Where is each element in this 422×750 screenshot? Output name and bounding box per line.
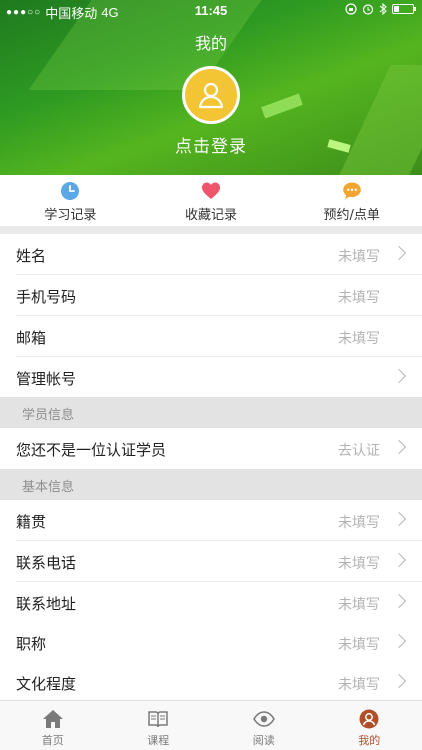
- tab-label: 课程: [147, 734, 170, 747]
- quick-action-booking[interactable]: 预约/点单: [281, 175, 422, 226]
- lock-rotation-icon: [345, 3, 357, 15]
- quick-action-label: 预约/点单: [323, 208, 380, 223]
- row-education[interactable]: 文化程度 未填写: [0, 662, 422, 703]
- chevron-right-icon: [391, 552, 407, 568]
- clock-icon: [61, 182, 80, 200]
- tab-label: 我的: [358, 734, 381, 747]
- section-header-basic: 基本信息: [0, 469, 422, 500]
- avatar[interactable]: [182, 66, 240, 124]
- home-icon: [42, 710, 63, 728]
- row-value: 未填写: [338, 331, 380, 347]
- eye-icon: [252, 711, 275, 727]
- chat-icon: [342, 182, 361, 199]
- alarm-icon: [362, 4, 374, 15]
- heart-icon: [202, 182, 220, 199]
- row-label: 籍贯: [16, 513, 47, 531]
- chevron-right-icon: [391, 633, 407, 649]
- row-label: 文化程度: [16, 675, 77, 693]
- user-icon: [198, 82, 224, 109]
- bluetooth-icon: [379, 3, 387, 15]
- section-title: 学员信息: [22, 408, 75, 423]
- row-phone: 手机号码 未填写: [0, 275, 422, 316]
- status-bar: ●●●○○ 中国移动 4G 11:45: [0, 0, 422, 22]
- row-value: 未填写: [338, 637, 380, 653]
- header-decoration: [261, 93, 303, 119]
- row-job-title[interactable]: 职称 未填写: [0, 622, 422, 663]
- chevron-right-icon: [391, 439, 407, 455]
- chevron-right-icon: [391, 245, 407, 261]
- battery-icon: [392, 4, 416, 14]
- quick-actions: 学习记录 收藏记录 预约/点单: [0, 175, 422, 226]
- row-name[interactable]: 姓名 未填写: [0, 234, 422, 275]
- section-gap: [0, 226, 422, 234]
- login-button[interactable]: 点击登录: [0, 132, 422, 157]
- row-value: 未填写: [338, 290, 380, 306]
- quick-action-study-record[interactable]: 学习记录: [0, 175, 141, 226]
- row-value: 未填写: [338, 515, 380, 531]
- profile-icon: [359, 709, 379, 729]
- row-certify-student[interactable]: 您还不是一位认证学员 去认证: [0, 428, 422, 469]
- profile-header: ●●●○○ 中国移动 4G 11:45 我的 点击登录: [0, 0, 422, 175]
- chevron-right-icon: [391, 511, 407, 527]
- tab-label: 首页: [41, 734, 64, 747]
- tab-reading[interactable]: 阅读: [211, 701, 317, 750]
- row-value: 未填写: [338, 677, 380, 693]
- chevron-right-icon: [391, 673, 407, 689]
- row-label: 您还不是一位认证学员: [16, 441, 167, 459]
- row-email: 邮箱 未填写: [0, 316, 422, 357]
- quick-action-label: 学习记录: [44, 208, 97, 223]
- section-title: 基本信息: [22, 480, 75, 495]
- row-contact-address[interactable]: 联系地址 未填写: [0, 582, 422, 623]
- row-label: 手机号码: [16, 288, 77, 306]
- tab-bar: 首页 课程 阅读 我的: [0, 700, 422, 750]
- tab-home[interactable]: 首页: [0, 701, 106, 750]
- row-value: 未填写: [338, 556, 380, 572]
- row-label: 职称: [16, 635, 47, 653]
- row-label: 管理帐号: [16, 370, 77, 388]
- section-header-student: 学员信息: [0, 397, 422, 428]
- row-value: 去认证: [338, 443, 380, 459]
- tab-courses[interactable]: 课程: [106, 701, 212, 750]
- row-manage-account[interactable]: 管理帐号: [0, 357, 422, 398]
- tab-label: 阅读: [252, 734, 275, 747]
- quick-action-label: 收藏记录: [185, 208, 238, 223]
- row-label: 联系地址: [16, 595, 77, 613]
- row-native-place[interactable]: 籍贯 未填写: [0, 500, 422, 541]
- quick-action-favorites[interactable]: 收藏记录: [141, 175, 282, 226]
- row-label: 姓名: [16, 247, 47, 265]
- row-value: 未填写: [338, 249, 380, 265]
- header-decoration: [339, 65, 422, 175]
- chevron-right-icon: [391, 368, 407, 384]
- row-label: 联系电话: [16, 554, 77, 572]
- book-icon: [148, 711, 168, 728]
- row-label: 邮箱: [16, 329, 47, 347]
- chevron-right-icon: [391, 593, 407, 609]
- page-title: 我的: [194, 34, 227, 53]
- row-contact-phone[interactable]: 联系电话 未填写: [0, 541, 422, 582]
- tab-mine[interactable]: 我的: [317, 701, 422, 750]
- row-value: 未填写: [338, 597, 380, 613]
